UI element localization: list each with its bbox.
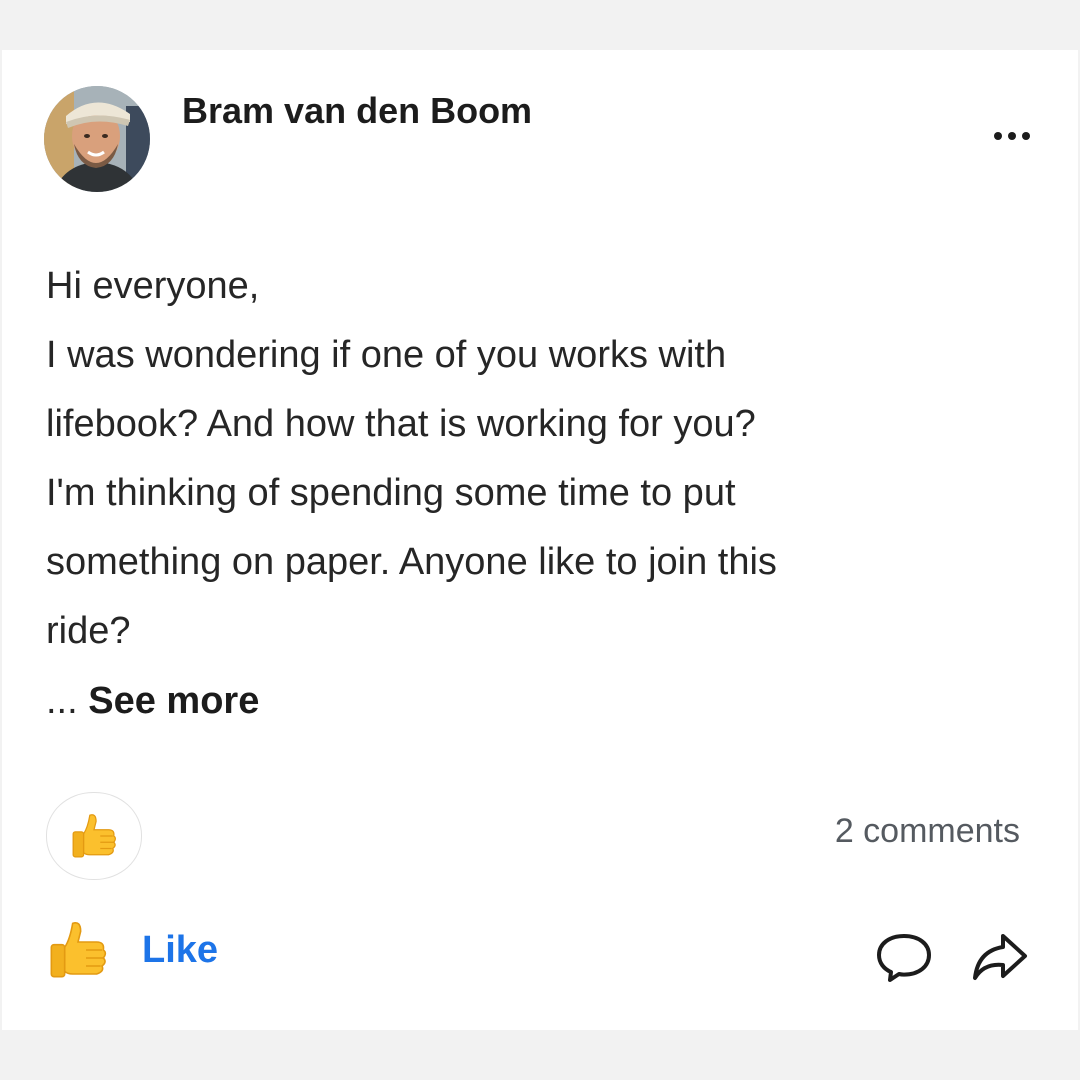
share-arrow-icon <box>973 934 1027 980</box>
like-button[interactable]: Like <box>46 918 218 982</box>
post-body-line: Hi everyone, <box>46 265 260 307</box>
post-card: Bram van den Boom Hi everyone, I was won… <box>2 50 1078 1030</box>
avatar-photo <box>44 86 150 192</box>
author-name[interactable]: Bram van den Boom <box>182 90 532 132</box>
post-body-line: lifebook? And how that is working for yo… <box>46 403 756 445</box>
post-body-line: I'm thinking of spending some time to pu… <box>46 472 736 514</box>
thumbs-up-icon <box>50 922 107 978</box>
comments-count[interactable]: 2 comments <box>835 812 1020 851</box>
post-body-line: ride? <box>46 610 131 652</box>
speech-bubble-icon <box>877 934 931 982</box>
thumbs-up-icon <box>72 814 116 858</box>
see-more-label: See more <box>88 680 260 722</box>
avatar[interactable] <box>44 86 150 192</box>
reaction-summary[interactable] <box>46 792 142 880</box>
post-body: Hi everyone, I was wondering if one of y… <box>46 252 1006 666</box>
share-button[interactable] <box>970 930 1032 989</box>
comment-button[interactable] <box>874 930 934 989</box>
see-more-link[interactable]: ... See more <box>46 674 259 728</box>
post-body-line: I was wondering if one of you works with <box>46 334 727 376</box>
more-icon <box>994 132 1030 140</box>
post-body-line: something on paper. Anyone like to join … <box>46 541 777 583</box>
more-options-button[interactable] <box>986 120 1038 150</box>
see-more-ellipsis: ... <box>46 680 78 722</box>
like-label: Like <box>142 928 219 971</box>
